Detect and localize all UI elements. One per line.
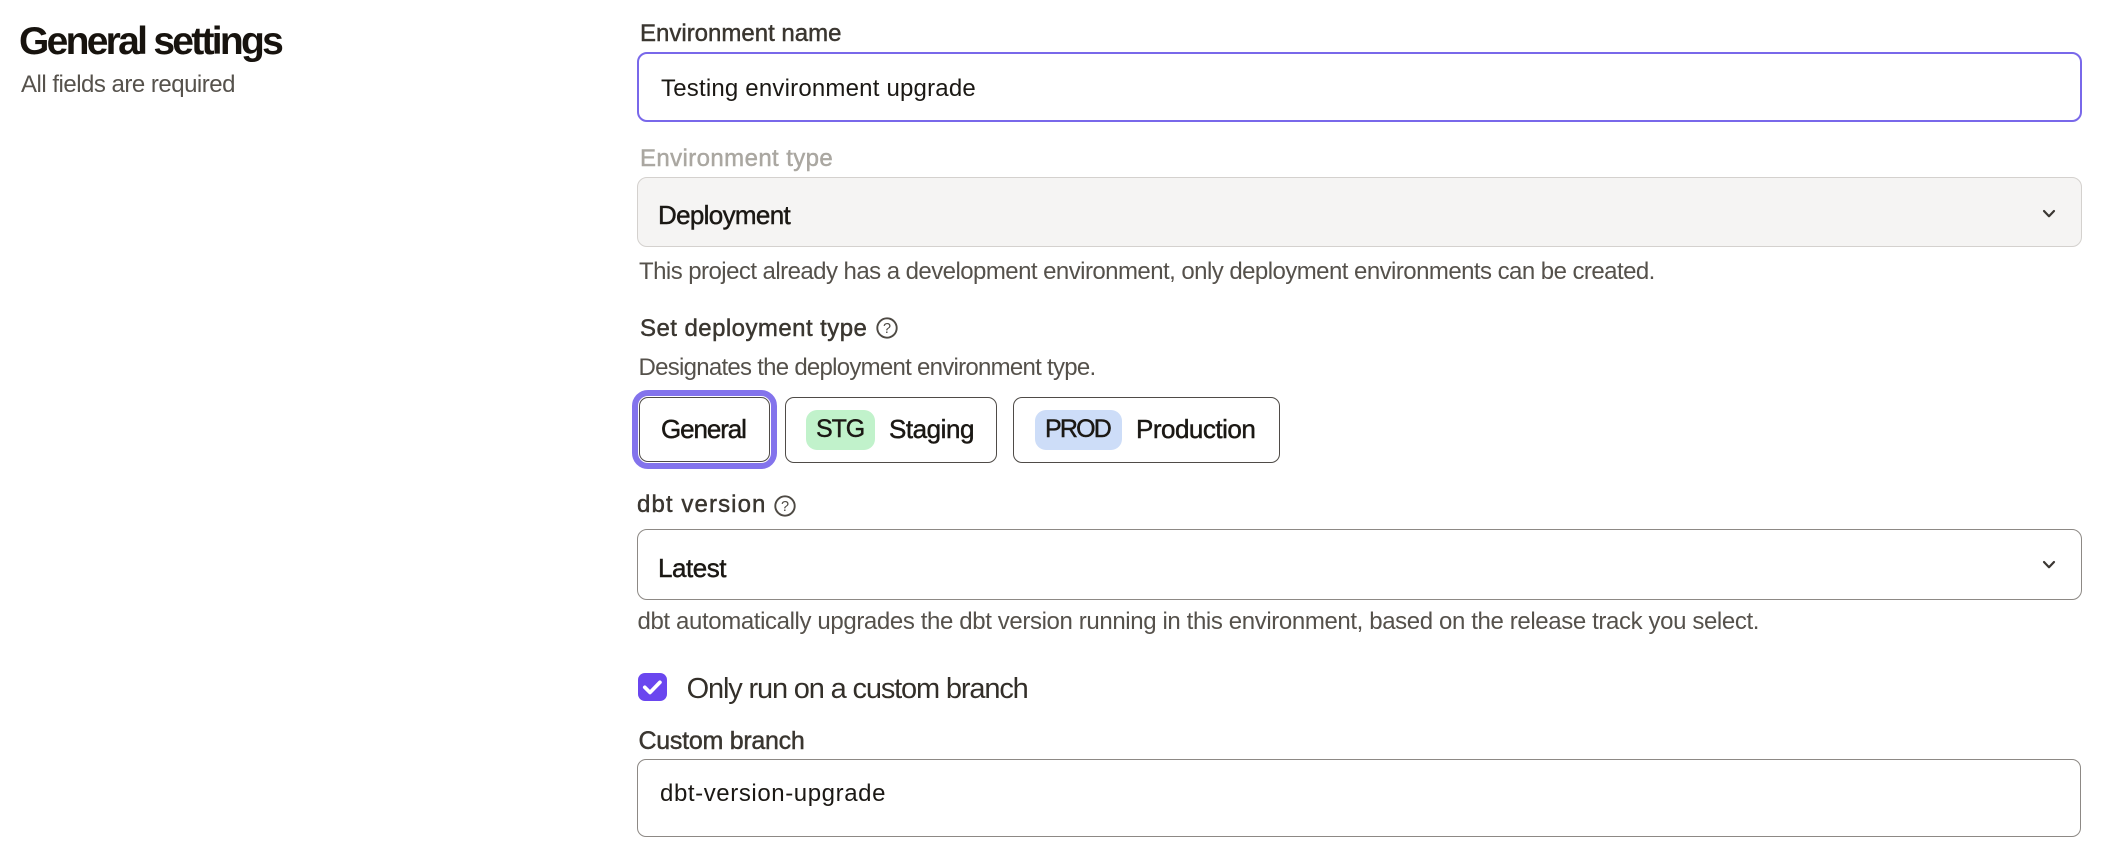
svg-text:?: ? xyxy=(781,499,789,515)
svg-text:?: ? xyxy=(883,321,891,337)
